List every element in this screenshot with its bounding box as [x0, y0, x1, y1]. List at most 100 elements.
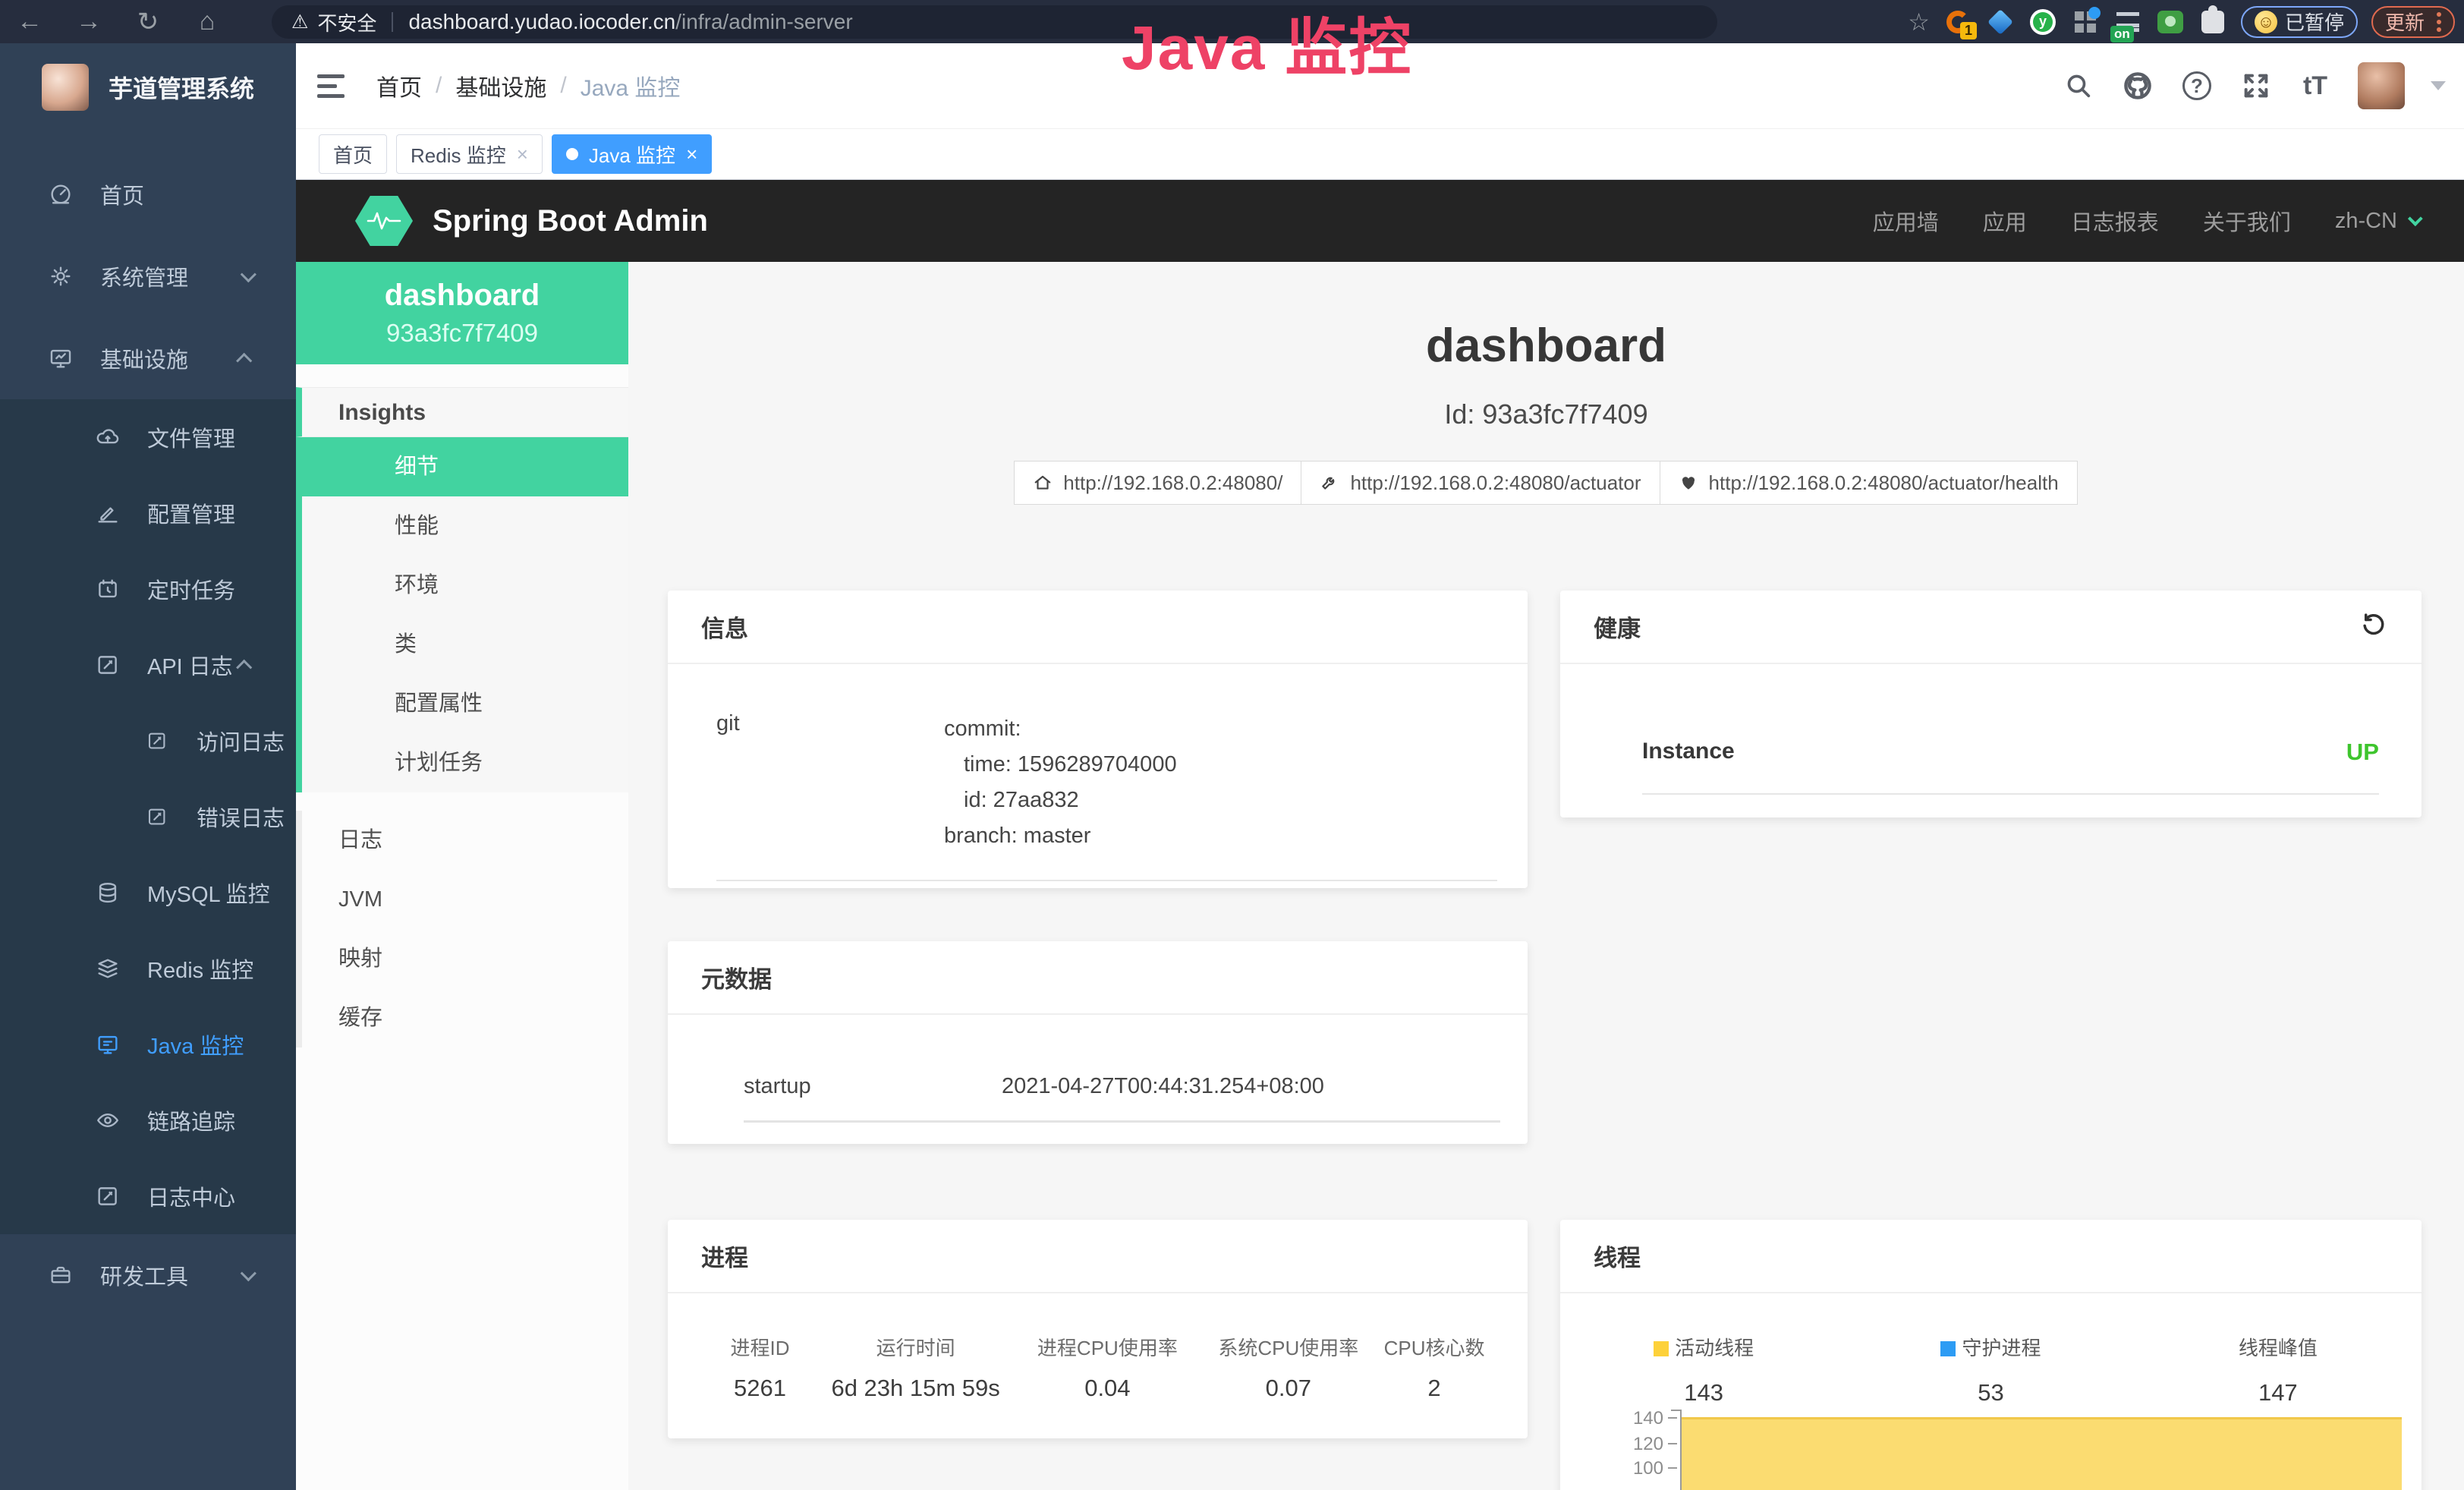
profile-paused-chip[interactable]: ☺ 已暂停 — [2241, 6, 2358, 38]
close-icon[interactable]: × — [517, 143, 528, 166]
sba-item-caches[interactable]: 缓存 — [296, 988, 628, 1047]
security-label[interactable]: 不安全 — [317, 8, 376, 36]
actuator-url-button[interactable]: http://192.168.0.2:48080/actuator — [1301, 461, 1660, 505]
sidebar-item-config[interactable]: 配置管理 — [0, 475, 296, 551]
breadcrumb-separator: / — [436, 73, 442, 99]
sidebar-item-log-center[interactable]: 日志中心 — [0, 1158, 296, 1234]
extension-pin-icon[interactable] — [1986, 8, 2015, 36]
service-url-button[interactable]: http://192.168.0.2:48080/ — [1014, 461, 1301, 505]
camera-glyph — [2157, 11, 2183, 33]
y-tick-mark — [1668, 1417, 1677, 1419]
cloud-upload-icon — [91, 421, 124, 454]
app-title: 芋道管理系统 — [109, 70, 254, 105]
sba-item-scheduled-tasks[interactable]: 计划任务 — [296, 733, 628, 792]
sba-item-logs[interactable]: 日志 — [296, 811, 628, 870]
active-dot-icon — [566, 148, 578, 160]
sidebar-item-mysql[interactable]: MySQL 监控 — [0, 855, 296, 931]
tab-home[interactable]: 首页 — [319, 134, 387, 174]
sidebar-item-label: Redis 监控 — [147, 953, 253, 984]
chevron-down-icon — [2408, 211, 2423, 226]
sba-nav-applications[interactable]: 应用 — [1983, 205, 2027, 237]
browser-home-icon[interactable]: ⌂ — [178, 7, 237, 36]
sba-nav-wallboard[interactable]: 应用墙 — [1873, 205, 1939, 237]
tab-java-monitor[interactable]: Java 监控 × — [552, 134, 712, 174]
github-icon[interactable] — [2121, 69, 2154, 102]
health-url-button[interactable]: http://192.168.0.2:48080/actuator/health — [1660, 461, 2078, 505]
search-icon[interactable] — [2062, 69, 2095, 102]
browser-back-icon[interactable]: ← — [0, 7, 59, 36]
browser-reload-icon[interactable]: ↻ — [118, 7, 178, 37]
tab-redis-monitor[interactable]: Redis 监控 × — [396, 134, 543, 174]
font-size-icon[interactable]: tT — [2299, 69, 2332, 102]
log-edit-icon — [91, 648, 124, 682]
sidebar-item-label: 研发工具 — [100, 1259, 188, 1291]
extension-list-icon[interactable]: on — [2113, 8, 2142, 36]
peak-threads-value: 147 — [2135, 1379, 2422, 1407]
sba-item-mappings[interactable]: 映射 — [296, 929, 628, 988]
sba-item-environment[interactable]: 环境 — [296, 556, 628, 615]
hamburger-icon[interactable] — [317, 74, 345, 98]
grid-glyph — [2075, 11, 2096, 33]
sidebar-item-job[interactable]: 定时任务 — [0, 551, 296, 627]
health-url: http://192.168.0.2:48080/actuator/health — [1709, 471, 2059, 495]
app-logo-row[interactable]: 芋道管理系统 — [0, 43, 296, 131]
sba-instance-header[interactable]: dashboard 93a3fc7f7409 — [296, 262, 628, 364]
log-edit-icon — [140, 724, 174, 758]
sidebar-item-devtools[interactable]: 研发工具 — [0, 1234, 296, 1316]
sba-locale-select[interactable]: zh-CN — [2335, 209, 2418, 234]
extensions-puzzle-icon[interactable] — [2198, 8, 2227, 36]
sba-item-jvm[interactable]: JVM — [296, 870, 628, 929]
threads-area-chart: 140 120 100 — [1560, 1408, 2422, 1490]
sidebar-item-trace[interactable]: 链路追踪 — [0, 1082, 296, 1158]
process-card: 进程 进程ID 运行时间 进程CPU使用率 系统CPU使用率 CPU核心数 52… — [668, 1220, 1528, 1438]
sidebar-item-java[interactable]: Java 监控 — [0, 1006, 296, 1082]
status-badge: UP — [2346, 739, 2379, 766]
sba-item-details[interactable]: 细节 — [296, 437, 628, 496]
legend-blue-swatch — [1940, 1341, 1956, 1356]
extension-y-icon[interactable]: y — [2028, 8, 2057, 36]
sba-nav-about[interactable]: 关于我们 — [2203, 205, 2291, 237]
extension-camera-icon[interactable] — [2156, 8, 2185, 36]
sidebar-item-infra[interactable]: 基础设施 — [0, 317, 296, 399]
sidebar-item-file[interactable]: 文件管理 — [0, 399, 296, 475]
help-icon[interactable]: ? — [2180, 69, 2214, 102]
sba-logo-icon[interactable] — [355, 196, 413, 246]
pin-glyph — [1987, 9, 2013, 35]
tab-label: Redis 监控 — [411, 140, 506, 169]
address-bar[interactable]: ⚠ 不安全 dashboard.yudao.iocoder.cn /infra/… — [272, 5, 1717, 39]
sidebar-item-label: 链路追踪 — [147, 1104, 235, 1136]
process-table-values: 5261 6d 23h 15m 59s 0.04 0.07 2 — [668, 1375, 1528, 1402]
user-avatar[interactable] — [2358, 62, 2405, 109]
briefcase-icon — [44, 1258, 77, 1292]
metadata-card-title: 元数据 — [668, 941, 1528, 1015]
sba-item-configprops[interactable]: 配置属性 — [296, 674, 628, 733]
y-tick-label: 120 — [1572, 1434, 1663, 1455]
history-icon[interactable] — [2359, 610, 2388, 644]
sba-item-metrics[interactable]: 性能 — [296, 496, 628, 556]
breadcrumb-infra[interactable]: 基础设施 — [455, 69, 546, 102]
sba-nav-journal[interactable]: 日志报表 — [2071, 205, 2159, 237]
browser-menu-icon[interactable] — [2437, 12, 2441, 32]
legend-label: 活动线程 — [1675, 1337, 1754, 1359]
legend-live-threads: 活动线程 — [1560, 1333, 1847, 1361]
extension-grid-icon[interactable] — [2071, 8, 2100, 36]
sba-item-classes[interactable]: 类 — [296, 615, 628, 674]
avatar-caret-icon[interactable] — [2431, 81, 2446, 90]
close-icon[interactable]: × — [686, 143, 697, 166]
fullscreen-icon[interactable] — [2239, 69, 2273, 102]
browser-forward-icon[interactable]: → — [59, 7, 118, 36]
sba-brand-title[interactable]: Spring Boot Admin — [433, 204, 708, 238]
extension-orange-icon[interactable]: 1 — [1943, 8, 1972, 36]
sidebar-item-error-log[interactable]: 错误日志 — [0, 779, 296, 855]
bookmark-star-icon[interactable]: ☆ — [1908, 8, 1930, 36]
sidebar-item-access-log[interactable]: 访问日志 — [0, 703, 296, 779]
sidebar-item-system[interactable]: 系统管理 — [0, 235, 296, 317]
sidebar-item-home[interactable]: 首页 — [0, 153, 296, 235]
info-value: commit: time: 1596289704000 id: 27aa832 … — [944, 711, 1177, 854]
legend-label: 线程峰值 — [2239, 1337, 2318, 1359]
sidebar-item-redis[interactable]: Redis 监控 — [0, 931, 296, 1006]
breadcrumb-home[interactable]: 首页 — [376, 69, 422, 102]
browser-update-button[interactable]: 更新 — [2371, 6, 2455, 38]
page-title: dashboard — [628, 319, 2464, 373]
sidebar-item-api-log[interactable]: API 日志 — [0, 627, 296, 703]
